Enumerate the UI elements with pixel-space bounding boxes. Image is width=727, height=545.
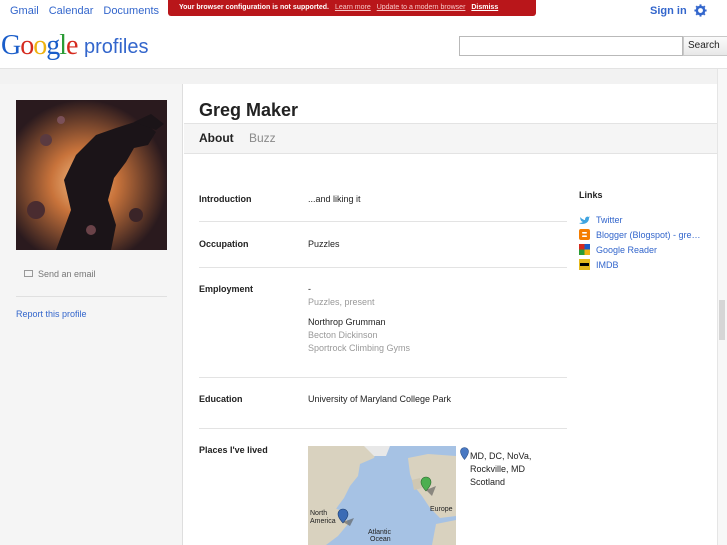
map-label: Ocean bbox=[370, 536, 391, 543]
introduction-value: ...and liking it bbox=[308, 194, 361, 204]
dismiss-link[interactable]: Dismiss bbox=[471, 4, 498, 11]
google-logo[interactable]: Google bbox=[1, 30, 78, 62]
row-divider bbox=[199, 428, 567, 429]
report-profile-link[interactable]: Report this profile bbox=[16, 309, 87, 319]
link-label: Twitter bbox=[596, 215, 623, 225]
education-label: Education bbox=[199, 394, 243, 404]
link-label: Google Reader bbox=[596, 245, 658, 255]
gbar-link-calendar[interactable]: Calendar bbox=[49, 5, 94, 17]
places-label: Places I've lived bbox=[199, 445, 268, 455]
profile-sidebar: Send an email Report this profile bbox=[0, 84, 183, 545]
map-label: North bbox=[310, 510, 328, 517]
map-pin-icon bbox=[460, 447, 469, 463]
links-title: Links bbox=[579, 190, 603, 200]
product-name[interactable]: profiles bbox=[84, 36, 148, 59]
row-divider bbox=[199, 221, 567, 222]
search-button[interactable]: Search bbox=[683, 36, 727, 56]
employment-current: - bbox=[308, 284, 311, 294]
employment-current-detail: Puzzles, present bbox=[308, 297, 375, 307]
map-label: America bbox=[310, 518, 336, 525]
profile-photo[interactable] bbox=[16, 100, 167, 250]
page-band bbox=[0, 69, 727, 84]
places-map[interactable]: North America Europe Atlantic Ocean bbox=[308, 446, 456, 545]
map-label: Europe bbox=[430, 506, 453, 513]
place-item: Scotland bbox=[470, 477, 506, 487]
sign-in-link[interactable]: Sign in bbox=[650, 5, 687, 17]
gbar-link-gmail[interactable]: Gmail bbox=[10, 5, 39, 17]
employment-label: Employment bbox=[199, 284, 254, 294]
introduction-label: Introduction bbox=[199, 194, 252, 204]
imdb-icon bbox=[579, 259, 590, 270]
sidebar-divider bbox=[16, 296, 167, 297]
map-label: Atlantic bbox=[368, 529, 391, 536]
employment-past-item: Sportrock Climbing Gyms bbox=[308, 343, 411, 353]
link-imdb[interactable]: IMDB bbox=[579, 259, 714, 270]
learn-more-link[interactable]: Learn more bbox=[335, 4, 371, 11]
tab-buzz[interactable]: Buzz bbox=[249, 131, 276, 145]
place-item: Rockville, MD bbox=[470, 464, 526, 474]
envelope-icon bbox=[24, 270, 33, 277]
send-email-label: Send an email bbox=[38, 269, 96, 279]
occupation-value: Puzzles bbox=[308, 239, 340, 249]
employment-past-main: Northrop Grumman bbox=[308, 317, 386, 327]
link-label: IMDB bbox=[596, 260, 619, 270]
blogger-icon bbox=[579, 229, 590, 240]
send-email-link[interactable]: Send an email bbox=[24, 269, 96, 279]
tab-about[interactable]: About bbox=[199, 131, 234, 145]
header: Google profiles Search bbox=[0, 24, 727, 69]
education-value: University of Maryland College Park bbox=[308, 394, 452, 404]
row-divider bbox=[199, 267, 567, 268]
occupation-label: Occupation bbox=[199, 239, 249, 249]
warning-message: Your browser configuration is not suppor… bbox=[179, 4, 329, 11]
link-blogger[interactable]: Blogger (Blogspot) - gre… bbox=[579, 229, 714, 240]
search-input[interactable] bbox=[459, 36, 683, 56]
browser-warning-banner: Your browser configuration is not suppor… bbox=[168, 0, 536, 16]
link-label: Blogger (Blogspot) - gre… bbox=[596, 230, 701, 240]
gbar-link-documents[interactable]: Documents bbox=[103, 5, 159, 17]
employment-past-item: Becton Dickinson bbox=[308, 330, 378, 340]
place-item: MD, DC, NoVa, bbox=[470, 451, 532, 461]
link-google-reader[interactable]: Google Reader bbox=[579, 244, 714, 255]
row-divider bbox=[199, 377, 567, 378]
link-twitter[interactable]: Twitter bbox=[579, 214, 714, 225]
update-browser-link[interactable]: Update to a modern browser bbox=[377, 4, 466, 11]
gbar-links: GmailCalendarDocumentsPh bbox=[10, 5, 192, 17]
scrollbar-thumb[interactable] bbox=[719, 300, 725, 340]
profile-name: Greg Maker bbox=[199, 100, 299, 120]
gear-icon[interactable] bbox=[694, 4, 708, 18]
places-list: MD, DC, NoVa, Rockville, MD Scotland bbox=[470, 450, 531, 489]
google-reader-icon bbox=[579, 244, 590, 255]
twitter-icon bbox=[579, 214, 590, 225]
